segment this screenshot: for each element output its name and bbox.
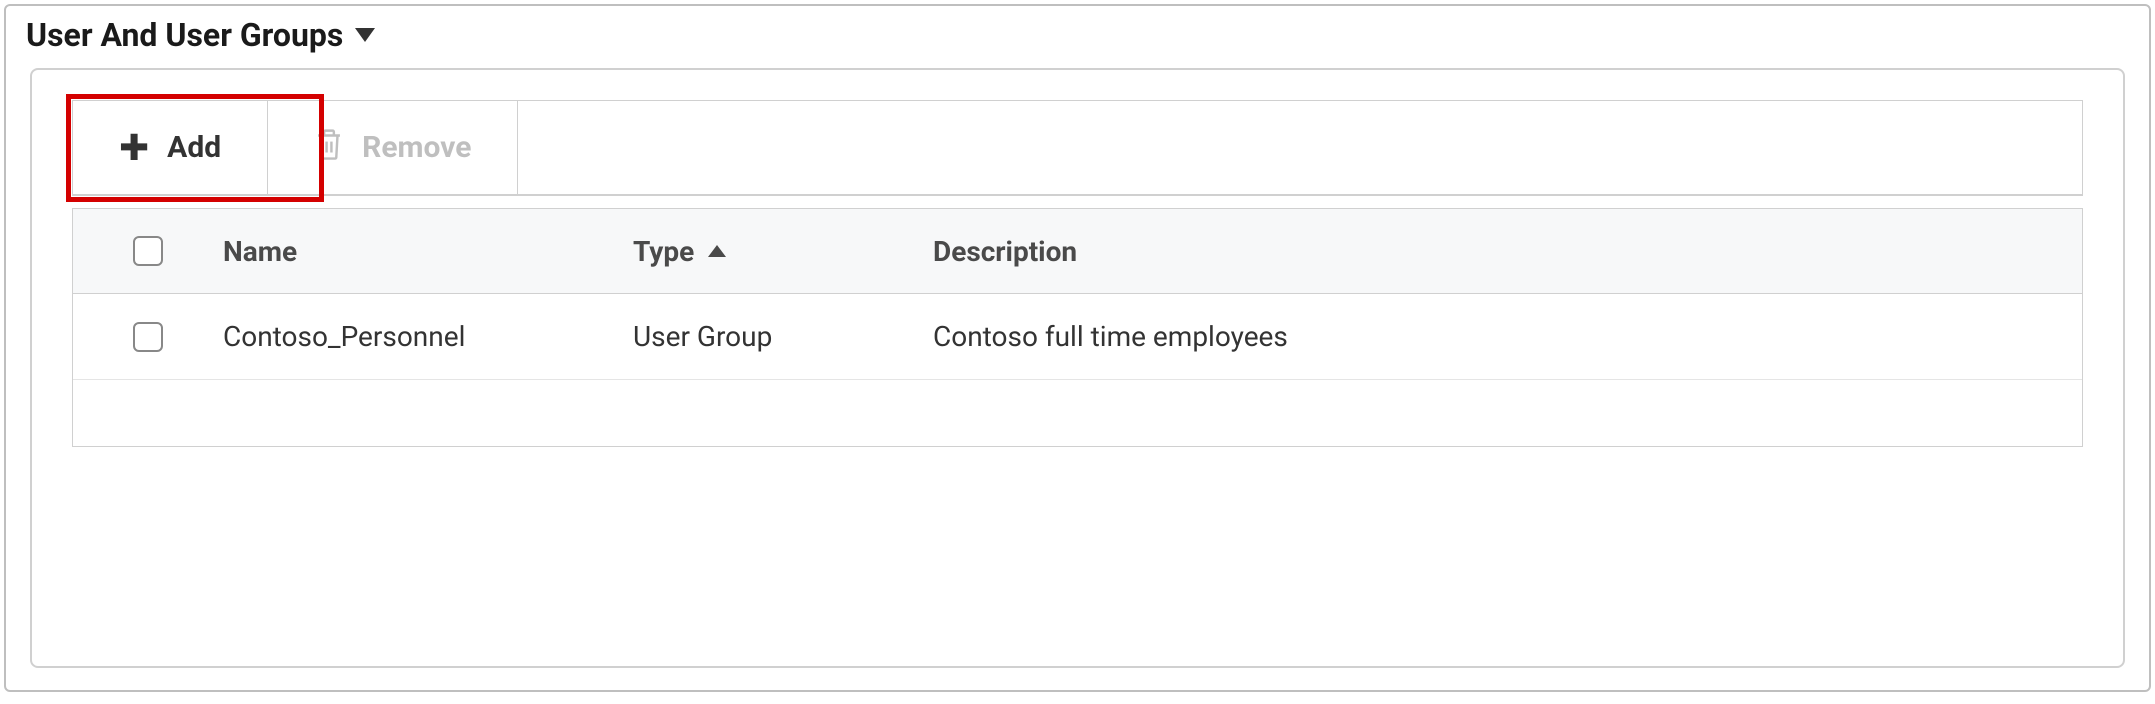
toolbar: ✚ Add Remove — [72, 100, 2083, 196]
row-type-value: User Group — [633, 320, 772, 353]
trash-icon — [314, 127, 344, 169]
column-header-description-label: Description — [933, 235, 1077, 268]
add-button[interactable]: ✚ Add — [73, 101, 268, 194]
column-header-name-label: Name — [223, 235, 297, 268]
row-cell-description: Contoso full time employees — [933, 320, 2082, 353]
plus-icon: ✚ — [119, 130, 149, 166]
remove-button: Remove — [268, 101, 518, 194]
table-footer-space — [73, 380, 2082, 446]
table: Name Type Description Contoso_Personnel — [72, 208, 2083, 447]
select-all-checkbox[interactable] — [133, 236, 163, 266]
row-checkbox[interactable] — [133, 322, 163, 352]
table-row[interactable]: Contoso_Personnel User Group Contoso ful… — [73, 294, 2082, 380]
sort-asc-icon — [708, 245, 726, 257]
column-header-description[interactable]: Description — [933, 235, 2082, 268]
remove-button-label: Remove — [362, 130, 471, 165]
row-description-value: Contoso full time employees — [933, 320, 1288, 353]
section-container: User And User Groups ✚ Add — [4, 4, 2151, 692]
row-cell-name: Contoso_Personnel — [223, 320, 633, 353]
caret-down-icon — [355, 28, 375, 42]
row-checkbox-cell — [73, 322, 223, 352]
column-header-name[interactable]: Name — [223, 235, 633, 268]
column-header-type[interactable]: Type — [633, 235, 933, 268]
row-name-value: Contoso_Personnel — [223, 320, 465, 353]
inner-panel: ✚ Add Remove — [30, 68, 2125, 668]
column-header-type-label: Type — [633, 235, 694, 268]
section-header[interactable]: User And User Groups — [6, 6, 2149, 64]
table-header-row: Name Type Description — [73, 208, 2082, 294]
add-button-label: Add — [167, 130, 221, 165]
row-cell-type: User Group — [633, 320, 933, 353]
header-checkbox-cell — [73, 236, 223, 266]
section-title: User And User Groups — [26, 16, 343, 54]
